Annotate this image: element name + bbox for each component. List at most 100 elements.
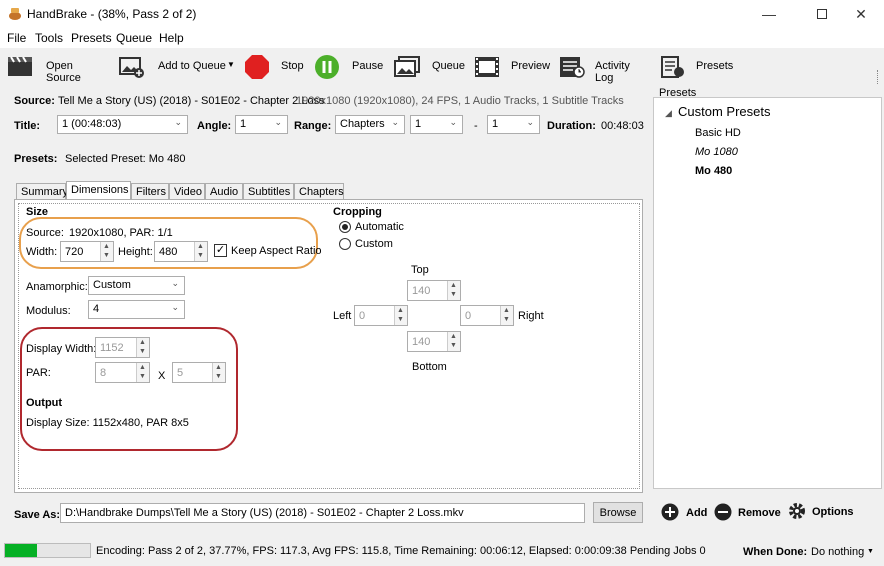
stop-button[interactable]: Stop (243, 48, 305, 86)
preset-mo-480[interactable]: Mo 480 (695, 165, 732, 177)
collapse-triangle-icon[interactable]: ◢ (665, 108, 672, 119)
width-stepper[interactable]: 720 ▲ ▼ (60, 241, 114, 262)
output-display-size: Display Size: 1152x480, PAR 8x5 (26, 417, 189, 429)
spin-buttons[interactable]: ▲ ▼ (194, 242, 207, 261)
stop-icon (244, 54, 270, 80)
crop-custom-radio[interactable] (339, 238, 351, 250)
crop-right-stepper[interactable]: 0 ▲ ▼ (460, 305, 514, 326)
display-width-value: 1152 (100, 342, 124, 354)
crop-bottom-value: 140 (412, 336, 431, 348)
par-y-stepper[interactable]: 5 ▲ ▼ (172, 362, 226, 383)
custom-presets-group[interactable]: Custom Presets (678, 104, 770, 119)
activity-log-button[interactable]: Activity Log (558, 48, 650, 86)
tab-summary[interactable]: Summary (16, 183, 68, 199)
anamorphic-value: Custom (93, 279, 131, 291)
par-y-value: 5 (177, 367, 184, 379)
title-bar: HandBrake - (38%, Pass 2 of 2) — ✕ (0, 0, 884, 28)
range-select-value: Chapters (340, 118, 385, 130)
title-select[interactable]: 1 (00:48:03) ⌄ (57, 115, 188, 134)
tab-dimensions[interactable]: Dimensions (66, 181, 131, 200)
preview-button[interactable]: Preview (473, 48, 550, 86)
width-value: 720 (65, 246, 84, 258)
spin-buttons[interactable]: ▲ ▼ (447, 281, 460, 300)
encode-progress-fill (5, 544, 38, 557)
crop-top-label: Top (411, 264, 429, 276)
crop-bottom-stepper[interactable]: 140 ▲ ▼ (407, 331, 461, 352)
spin-buttons[interactable]: ▲ ▼ (394, 306, 407, 325)
add-to-queue-label: Add to Queue (158, 60, 226, 72)
selected-preset: Selected Preset: Mo 480 (65, 153, 186, 165)
spin-buttons[interactable]: ▲ ▼ (100, 242, 113, 261)
spin-buttons[interactable]: ▲ ▼ (212, 363, 225, 382)
source-dims-value: 1920x1080, PAR: 1/1 (69, 227, 173, 239)
preset-basic-hd[interactable]: Basic HD (695, 127, 741, 139)
tab-filters[interactable]: Filters (131, 183, 169, 199)
open-source-button[interactable]: Open Source (4, 48, 109, 86)
dropdown-arrow-icon[interactable]: ▼ (227, 60, 235, 69)
menu-presets[interactable]: Presets (71, 31, 112, 45)
crop-left-stepper[interactable]: 0 ▲ ▼ (354, 305, 408, 326)
menu-tools[interactable]: Tools (35, 31, 63, 45)
save-path-input[interactable]: D:\Handbrake Dumps\Tell Me a Story (US) … (60, 503, 585, 523)
tab-audio[interactable]: Audio (205, 183, 243, 199)
remove-preset-label: Remove (738, 507, 781, 519)
angle-select[interactable]: 1 ⌄ (235, 115, 288, 134)
keep-aspect-checkbox[interactable]: ✓ (214, 244, 227, 257)
add-preset-button[interactable]: Add (660, 502, 710, 522)
handbrake-logo-icon (8, 6, 22, 21)
menu-file[interactable]: File (7, 31, 26, 45)
activity-log-label: Activity Log (595, 60, 630, 84)
preset-options-button[interactable]: Options (787, 501, 855, 521)
angle-label: Angle: (197, 120, 232, 132)
range-from-value: 1 (415, 118, 422, 130)
modulus-select[interactable]: 4 ⌄ (88, 300, 185, 319)
preset-mo-1080[interactable]: Mo 1080 (695, 146, 738, 158)
encode-status-text: Encoding: Pass 2 of 2, 37.77%, FPS: 117.… (96, 545, 706, 557)
spin-buttons[interactable]: ▲ ▼ (136, 363, 149, 382)
duration-label: Duration: (547, 120, 596, 132)
crop-right-value: 0 (465, 310, 472, 322)
pause-button[interactable]: Pause (313, 48, 383, 86)
spin-buttons[interactable]: ▲ ▼ (136, 338, 149, 357)
modulus-value: 4 (93, 303, 100, 315)
par-x-stepper[interactable]: 8 ▲ ▼ (95, 362, 150, 383)
range-from-select[interactable]: 1 ⌄ (410, 115, 463, 134)
spin-buttons[interactable]: ▲ ▼ (447, 332, 460, 351)
chevron-down-icon: ⌄ (526, 117, 534, 127)
browse-button[interactable]: Browse (593, 502, 643, 523)
height-stepper[interactable]: 480 ▲ ▼ (154, 241, 208, 262)
menu-queue[interactable]: Queue (116, 31, 152, 45)
source-info: 1920x1080 (1920x1080), 24 FPS, 1 Audio T… (296, 95, 624, 107)
status-bar: Encoding: Pass 2 of 2, 37.77%, FPS: 117.… (0, 538, 884, 566)
range-select[interactable]: Chapters ⌄ (335, 115, 405, 134)
tab-video[interactable]: Video (169, 183, 205, 199)
crop-automatic-radio[interactable] (339, 221, 351, 233)
queue-label: Queue (432, 60, 466, 72)
queue-button[interactable]: Queue (393, 48, 465, 86)
when-done-select[interactable]: Do nothing (811, 546, 864, 558)
when-done-label: When Done: (743, 546, 808, 558)
preset-options-label: Options (812, 506, 854, 518)
display-width-stepper[interactable]: 1152 ▲ ▼ (95, 337, 150, 358)
remove-preset-button[interactable]: Remove (713, 502, 781, 522)
close-button[interactable]: ✕ (838, 0, 884, 28)
dropdown-arrow-icon[interactable]: ▼ (867, 548, 874, 555)
film-strip-icon (474, 56, 500, 78)
presets-toolbar-button[interactable]: Presets (659, 48, 735, 86)
add-to-queue-button[interactable]: Add to Queue ▼ (116, 48, 238, 86)
toolbar-overflow-handle[interactable] (877, 70, 880, 84)
tab-chapters[interactable]: Chapters (294, 183, 344, 199)
crop-top-stepper[interactable]: 140 ▲ ▼ (407, 280, 461, 301)
minimize-button[interactable]: — (746, 0, 792, 28)
crop-bottom-label: Bottom (412, 361, 447, 373)
menu-help[interactable]: Help (159, 31, 184, 45)
spin-buttons[interactable]: ▲ ▼ (500, 306, 513, 325)
anamorphic-select[interactable]: Custom ⌄ (88, 276, 185, 295)
angle-select-value: 1 (240, 118, 247, 130)
presets-tree: ◢ Custom Presets Basic HD Mo 1080 Mo 480 (653, 97, 882, 489)
range-to-select[interactable]: 1 ⌄ (487, 115, 540, 134)
queue-icon (394, 56, 420, 78)
tab-subtitles[interactable]: Subtitles (243, 183, 294, 199)
height-label: Height: (118, 246, 153, 258)
crop-automatic-label: Automatic (355, 221, 404, 233)
